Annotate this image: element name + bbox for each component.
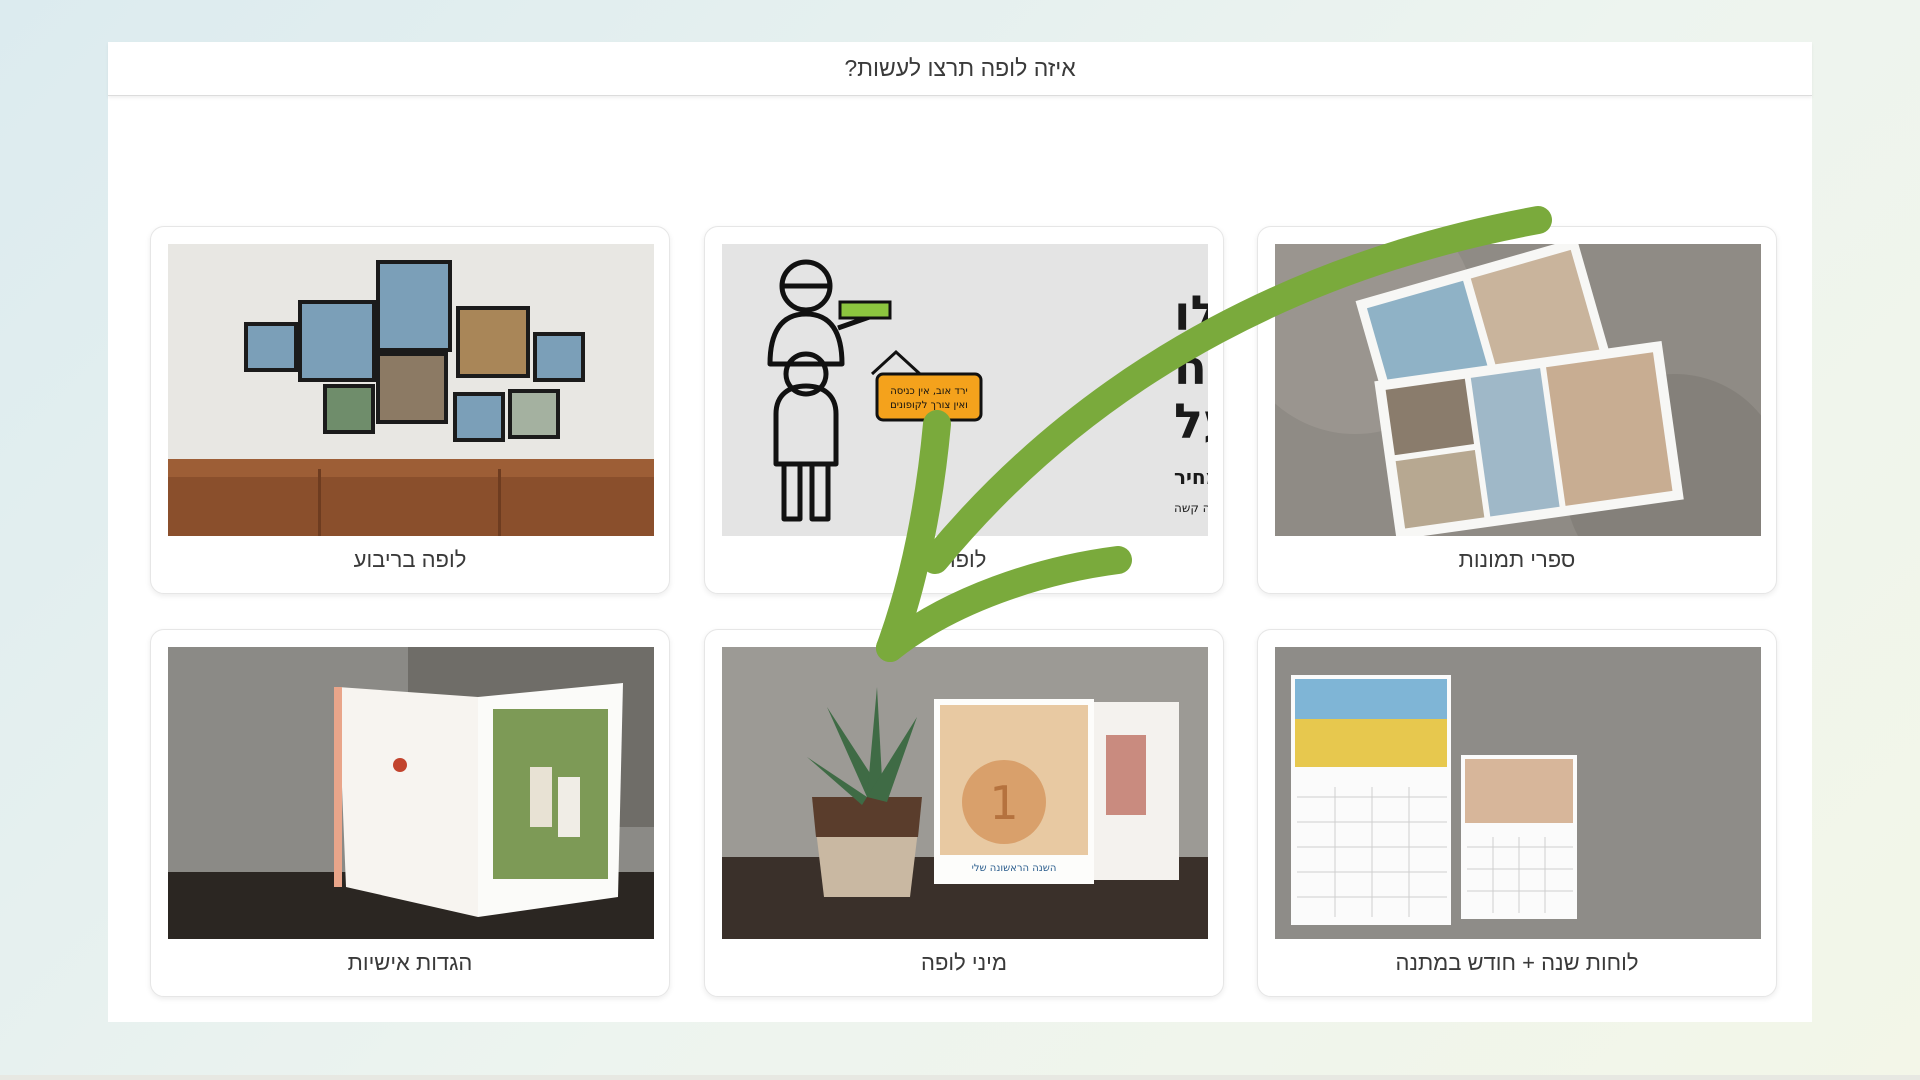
mini-digit: 1	[989, 776, 1018, 830]
promo-sign-text-2: ואין צורך לקופונים	[890, 400, 968, 411]
promo-subline: הכל כלול במחיר	[1174, 465, 1208, 489]
wall-collage-image	[168, 244, 654, 536]
bottom-strip	[0, 1075, 1920, 1080]
page-title: איזה לופה תרצו לעשות?	[108, 42, 1812, 96]
card-calendars[interactable]: לוחות שנה + חודש במתנה	[1257, 629, 1777, 997]
card-loopa[interactable]: ירד אוב, אין כניסה ואין צורך לקופונים אפ…	[704, 226, 1224, 594]
mini-caption: השנה הראשונה שלי	[972, 863, 1057, 874]
promo-headline-2: שליח	[1174, 340, 1208, 396]
card-mini-loopa[interactable]: 1 השנה הראשונה שלי מיני לופה	[704, 629, 1224, 997]
card-label: הגדות אישיות	[347, 950, 473, 975]
photo-books-image	[1275, 244, 1761, 536]
calendars-image	[1275, 647, 1761, 939]
card-label: ספרי תמונות	[1458, 547, 1576, 572]
delivery-promo-image: ירד אוב, אין כניסה ואין צורך לקופונים אפ…	[722, 244, 1208, 536]
promo-sign-text: ירד אוב, אין כניסה	[890, 386, 967, 397]
promo-headline-1: אפילו	[1174, 286, 1208, 342]
card-photo-books[interactable]: ספרי תמונות	[1257, 226, 1777, 594]
haggadah-image	[168, 647, 654, 939]
card-label: מיני לופה	[921, 950, 1007, 975]
mini-loopa-image: 1 השנה הראשונה שלי	[722, 647, 1208, 939]
card-label: לופה בריבוע	[353, 547, 467, 572]
card-label: לופה	[941, 547, 987, 572]
promo-headline-3: על	[1174, 394, 1208, 450]
card-haggadot[interactable]: הגדות אישיות	[150, 629, 670, 997]
card-loopa-square[interactable]: לופה בריבוע	[150, 226, 670, 594]
promo-smallprint: ספר ריבועי 20x20 בכריכה קשה	[1174, 501, 1208, 515]
card-label: לוחות שנה + חודש במתנה	[1395, 950, 1639, 975]
